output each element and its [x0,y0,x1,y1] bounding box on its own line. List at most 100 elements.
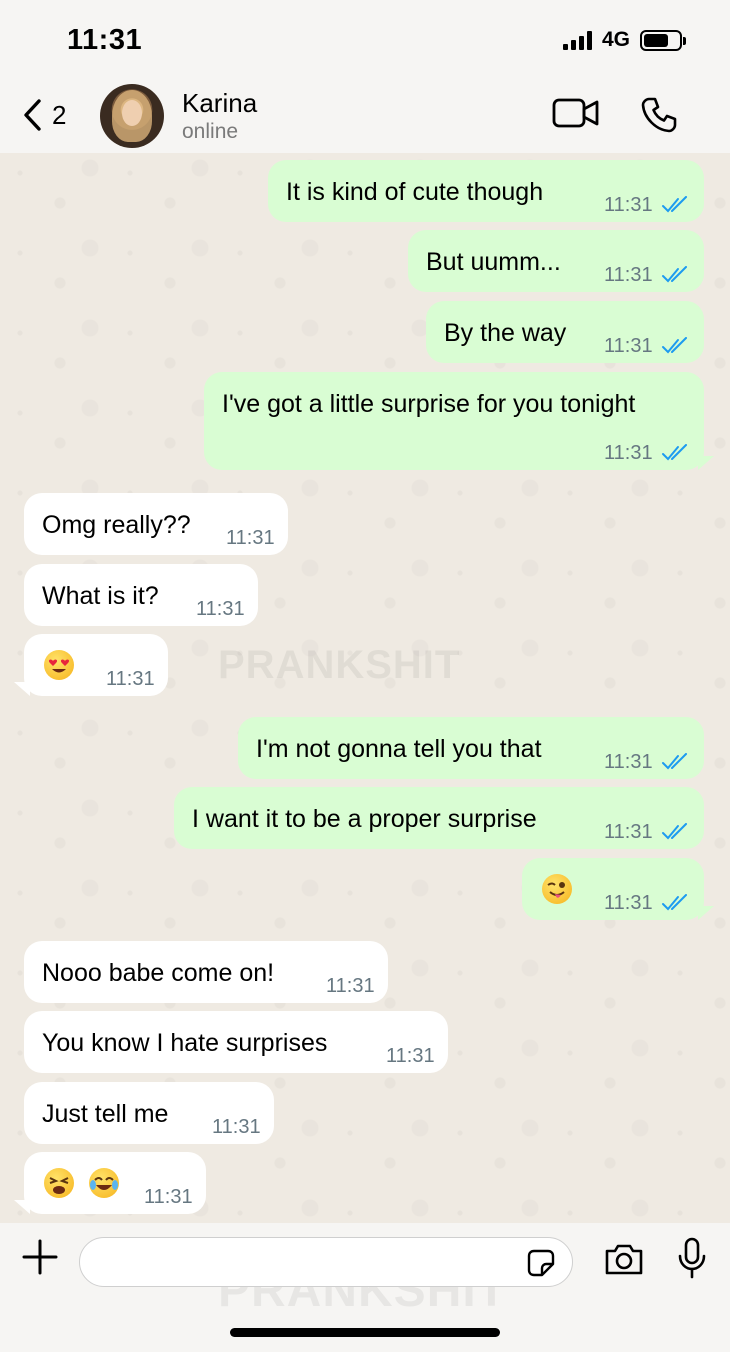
avatar[interactable] [100,84,164,148]
camera-icon [605,1244,643,1275]
message-time: 11:31 [604,442,653,464]
back-button[interactable]: 2 [22,98,66,132]
bubble-tail [14,1200,30,1214]
message-list[interactable]: PRANKSHIT PRANKSHIT It is kind of cute t… [0,153,730,1223]
outgoing-message[interactable]: But uumm... 11:31 [408,230,704,292]
message-meta: 11:31 [604,331,689,361]
message-time: 11:31 [604,264,653,286]
incoming-message[interactable]: What is it? 11:31 [24,564,258,626]
message-text: Omg really?? [42,511,191,539]
emoji-content [542,873,572,905]
outgoing-message[interactable]: By the way 11:31 [426,301,704,363]
outgoing-message[interactable]: It is kind of cute though 11:31 [268,160,704,222]
message-time: 11:31 [226,527,275,549]
message-input-wrapper [79,1237,573,1287]
message-time: 11:31 [604,751,653,773]
read-receipt-icon [661,196,687,213]
message-text: By the way [444,319,567,347]
camera-button[interactable] [603,1241,645,1282]
message-meta: 11:31 [386,1041,435,1071]
message-text: Nooo babe come on! [42,959,275,987]
status-bar: 11:31 4G [0,0,730,80]
message-meta: 11:31 [604,438,689,468]
winking-tongue-emoji [542,874,572,905]
bubble-tail [698,456,714,470]
message-time: 11:31 [604,194,653,216]
voice-message-button[interactable] [676,1237,708,1284]
message-time: 11:31 [144,1186,193,1208]
message-meta: 11:31 [604,260,689,290]
message-time: 11:31 [106,668,155,690]
message-input[interactable] [98,1238,518,1284]
message-time: 11:31 [604,335,653,357]
read-receipt-icon [661,894,687,911]
message-text: I'm not gonna tell you that [256,735,542,763]
message-meta: 11:31 [144,1182,193,1212]
message-text: I want it to be a proper surprise [192,805,537,833]
home-indicator[interactable] [230,1328,500,1337]
voice-call-button[interactable] [640,96,678,139]
microphone-icon [678,1237,706,1279]
message-meta: 11:31 [604,747,689,777]
message-meta: 11:31 [196,594,245,624]
message-text: Just tell me [42,1100,169,1128]
status-indicators: 4G [562,28,686,52]
bubble-tail [14,682,30,696]
video-camera-icon [552,98,599,128]
message-meta: 11:31 [226,523,275,553]
contact-name[interactable]: Karina [182,88,257,119]
message-time: 11:31 [196,598,245,620]
emoji-content [44,1167,119,1199]
tears-of-joy-emoji [88,1168,119,1199]
message-meta: 11:31 [212,1112,261,1142]
message-text: It is kind of cute though [286,178,544,206]
outgoing-message[interactable]: I've got a little surprise for you tonig… [204,372,714,470]
signal-icon [562,30,592,50]
message-text: What is it? [42,582,159,610]
message-time: 11:31 [386,1045,435,1067]
read-receipt-icon [661,444,687,461]
read-receipt-icon [661,337,687,354]
phone-icon [641,97,677,133]
chat-header: 2 Karina online [0,80,730,153]
message-text: But uumm... [426,248,561,276]
message-time: 11:31 [604,821,653,843]
chevron-left-icon [24,99,41,131]
outgoing-message[interactable]: 11:31 [522,858,714,920]
battery-icon [640,29,686,51]
attach-button[interactable] [22,1239,58,1280]
message-time: 11:31 [326,975,375,997]
message-text: You know I hate surprises [42,1029,328,1057]
read-receipt-icon [661,266,687,283]
message-meta: 11:31 [326,971,375,1001]
message-meta: 11:31 [604,817,689,847]
incoming-message[interactable]: Nooo babe come on! 11:31 [24,941,388,1003]
message-meta: 11:31 [604,190,689,220]
read-receipt-icon [661,823,687,840]
status-time: 11:31 [67,24,143,56]
weary-face-emoji [44,1168,74,1199]
network-type: 4G [601,28,630,51]
incoming-message[interactable]: 11:31 [14,634,168,696]
message-meta: 11:31 [604,888,689,918]
read-receipt-icon [661,753,687,770]
video-call-button[interactable] [552,96,600,135]
outgoing-message[interactable]: I'm not gonna tell you that 11:31 [238,717,704,779]
outgoing-message[interactable]: I want it to be a proper surprise 11:31 [174,787,704,849]
emoji-content [44,649,74,681]
sticker-button[interactable] [526,1248,556,1283]
incoming-message[interactable]: You know I hate surprises 11:31 [24,1011,448,1073]
message-text: I've got a little surprise for you tonig… [222,390,636,418]
plus-icon [22,1239,58,1275]
message-time: 11:31 [604,892,653,914]
bubble-tail [698,906,714,920]
watermark: PRANKSHIT [218,643,461,687]
message-meta: 11:31 [106,664,155,694]
incoming-message[interactable]: 11:31 [14,1152,206,1214]
contact-status: online [182,120,239,143]
incoming-message[interactable]: Omg really?? 11:31 [24,493,288,555]
unread-count: 2 [52,99,67,130]
heart-eyes-emoji [44,650,74,681]
incoming-message[interactable]: Just tell me 11:31 [24,1082,274,1144]
sticker-icon [527,1249,555,1277]
